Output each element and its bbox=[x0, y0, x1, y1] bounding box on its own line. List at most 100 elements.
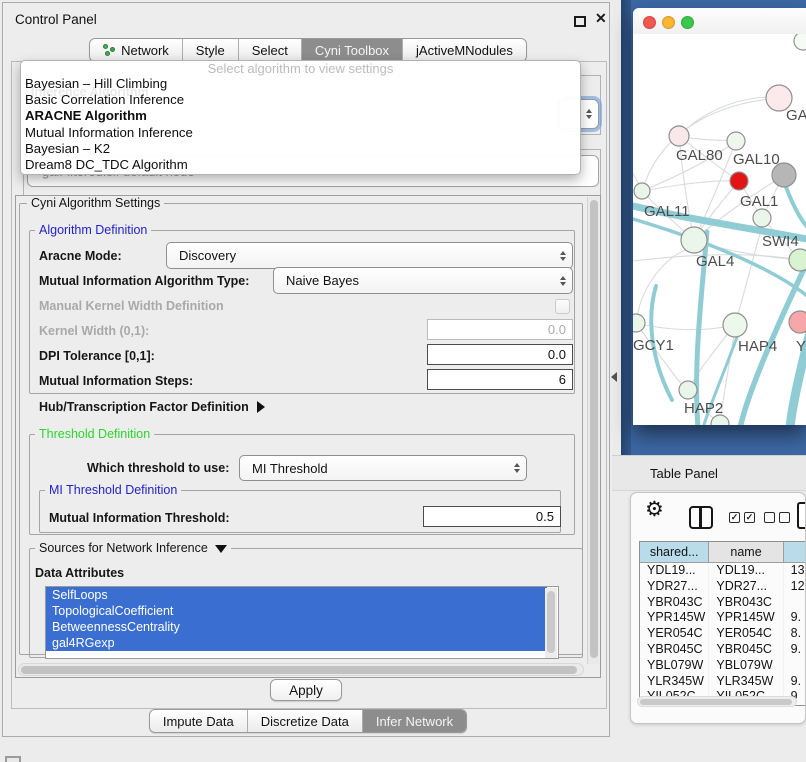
table-row[interactable]: YER054CYER054C8. bbox=[640, 626, 806, 642]
network-node-y-node[interactable] bbox=[789, 311, 806, 333]
mi-type-combo[interactable]: Naive Bayes bbox=[273, 267, 573, 294]
minimized-panel-icon[interactable] bbox=[5, 756, 21, 762]
column-header-name[interactable]: name bbox=[709, 542, 783, 562]
network-node-red-node[interactable] bbox=[730, 172, 748, 190]
table-row[interactable]: YLR345WYLR345W9. bbox=[640, 674, 806, 690]
network-view-window[interactable]: GAL7GAL80GAL10GAL1GAL11GAL4SWI4GCY1HAP4Y… bbox=[633, 8, 806, 425]
network-node-node-top[interactable] bbox=[794, 34, 806, 50]
show-columns-icon[interactable]: ✓ ✓ bbox=[729, 512, 755, 523]
table-row[interactable]: YDL19...YDL19...13 bbox=[640, 563, 806, 579]
network-window-titlebar[interactable] bbox=[633, 8, 806, 34]
tab-infer-network[interactable]: Infer Network bbox=[362, 710, 466, 732]
gear-icon[interactable]: ⚙ bbox=[645, 497, 664, 522]
panel-divider-arrow-icon[interactable] bbox=[611, 372, 617, 382]
tab-discretize-data[interactable]: Discretize Data bbox=[247, 710, 362, 732]
table-scrollbar-thumb[interactable] bbox=[640, 699, 792, 705]
network-canvas[interactable]: GAL7GAL80GAL10GAL1GAL11GAL4SWI4GCY1HAP4Y… bbox=[633, 34, 806, 425]
network-edge bbox=[735, 227, 762, 325]
hide-columns-icon[interactable] bbox=[764, 512, 790, 523]
attribute-item-topologicalcoefficient[interactable]: TopologicalCoefficient bbox=[46, 603, 547, 619]
sources-group-title[interactable]: Sources for Network Inference bbox=[35, 541, 231, 555]
table-cell: YBR043C bbox=[709, 595, 783, 611]
network-node-hap4[interactable] bbox=[723, 313, 747, 337]
table-row[interactable]: YPR145WYPR145W9. bbox=[640, 610, 806, 626]
network-node-gal1[interactable] bbox=[753, 209, 771, 227]
network-node-gal10[interactable] bbox=[727, 132, 745, 150]
tab-select[interactable]: Select bbox=[238, 39, 301, 61]
table-row[interactable]: YDR27...YDR27...12 bbox=[640, 579, 806, 595]
close-icon[interactable]: ✕ bbox=[595, 10, 607, 27]
node-label-swi4: SWI4 bbox=[762, 233, 799, 250]
bottom-tab-bar: Impute DataDiscretize DataInfer Network bbox=[5, 709, 611, 733]
network-node-gcy1[interactable] bbox=[633, 314, 645, 332]
aracne-mode-combo[interactable]: Discovery bbox=[166, 242, 573, 269]
algorithm-definition-title: Algorithm Definition bbox=[35, 223, 151, 237]
tab-impute-data[interactable]: Impute Data bbox=[150, 710, 247, 732]
scrollbar-thumb[interactable] bbox=[590, 200, 598, 658]
table-cell: YDR27... bbox=[709, 579, 783, 595]
kernel-width-field[interactable]: 0.0 bbox=[427, 319, 573, 340]
minimize-traffic-light[interactable] bbox=[662, 16, 675, 29]
horizontal-scrollbar-thumb[interactable] bbox=[21, 666, 577, 674]
zoom-traffic-light[interactable] bbox=[681, 16, 694, 29]
mi-threshold-value: 0.5 bbox=[536, 509, 554, 524]
network-edge bbox=[679, 97, 779, 136]
table-panel-title: Table Panel bbox=[650, 466, 718, 481]
tab-cyni-toolbox[interactable]: Cyni Toolbox bbox=[301, 39, 402, 61]
column-view-icon[interactable] bbox=[689, 506, 713, 529]
float-window-icon[interactable] bbox=[574, 16, 586, 27]
combo-stepper-icon bbox=[514, 463, 520, 473]
apply-button[interactable]: Apply bbox=[270, 679, 342, 701]
hub-definition-toggle[interactable]: Hub/Transcription Factor Definition bbox=[39, 400, 265, 414]
dropdown-item-dream8-dc-tdc-algorithm[interactable]: Dream8 DC_TDC Algorithm bbox=[21, 157, 580, 173]
network-node-hap2[interactable] bbox=[679, 381, 697, 399]
vertical-scrollbar[interactable] bbox=[587, 197, 599, 664]
table-cell: YLR345W bbox=[709, 674, 783, 690]
dropdown-item-bayesian-k2[interactable]: Bayesian – K2 bbox=[21, 141, 580, 157]
table-row[interactable]: YBR045CYBR045C9. bbox=[640, 642, 806, 658]
dropdown-prompt: Select algorithm to view settings bbox=[21, 61, 580, 76]
tab-network[interactable]: Network bbox=[90, 39, 182, 61]
mi-threshold-field[interactable]: 0.5 bbox=[423, 506, 561, 527]
table-row[interactable]: YBL079WYBL079W bbox=[640, 658, 806, 674]
document-icon[interactable] bbox=[797, 502, 806, 529]
table-cell: YDL19... bbox=[709, 563, 783, 579]
network-node-gray-node[interactable] bbox=[772, 163, 796, 187]
table-cell: YPR145W bbox=[709, 610, 783, 626]
table-row[interactable]: YBR043CYBR043C bbox=[640, 595, 806, 611]
attribute-item-selfloops[interactable]: SelfLoops bbox=[46, 587, 547, 603]
close-traffic-light[interactable] bbox=[643, 16, 656, 29]
horizontal-scrollbar[interactable] bbox=[18, 663, 584, 676]
column-header-shared[interactable]: shared... bbox=[640, 542, 709, 562]
table-horizontal-scrollbar[interactable] bbox=[637, 696, 797, 707]
which-threshold-combo[interactable]: MI Threshold bbox=[239, 455, 527, 481]
attribute-item-gal4rgexp[interactable]: gal4RGexp bbox=[46, 635, 547, 651]
network-node-gal80[interactable] bbox=[669, 126, 689, 146]
column-header-col3[interactable] bbox=[784, 542, 806, 562]
network-edge bbox=[642, 181, 739, 191]
attribute-item-betweennesscentrality[interactable]: BetweennessCentrality bbox=[46, 619, 547, 635]
data-attributes-list[interactable]: SelfLoopsTopologicalCoefficientBetweenne… bbox=[45, 586, 559, 659]
dropdown-item-basic-correlation-inference[interactable]: Basic Correlation Inference bbox=[21, 92, 580, 108]
table-cell: YBL079W bbox=[709, 658, 783, 674]
dpi-tolerance-label: DPI Tolerance [0,1]: bbox=[39, 349, 155, 363]
dropdown-item-aracne-algorithm[interactable]: ARACNE Algorithm bbox=[21, 108, 580, 124]
mi-steps-field[interactable]: 6 bbox=[427, 369, 573, 390]
dropdown-item-mutual-information-inference[interactable]: Mutual Information Inference bbox=[21, 125, 580, 141]
dpi-tolerance-field[interactable]: 0.0 bbox=[427, 344, 573, 365]
list-scrollbar[interactable] bbox=[545, 588, 557, 659]
tab-style[interactable]: Style bbox=[182, 39, 238, 61]
network-node-swi4[interactable] bbox=[789, 249, 806, 271]
tab-jactivemnodules[interactable]: jActiveMNodules bbox=[402, 39, 526, 61]
manual-kernel-checkbox[interactable] bbox=[555, 299, 570, 314]
mi-steps-value: 6 bbox=[559, 372, 566, 387]
sources-title-text: Sources for Network Inference bbox=[39, 541, 208, 555]
threshold-definition-title: Threshold Definition bbox=[35, 427, 154, 441]
network-node-gal4[interactable] bbox=[681, 227, 707, 253]
table-cell: 8. bbox=[784, 626, 806, 642]
list-scrollbar-thumb[interactable] bbox=[547, 591, 555, 653]
dropdown-item-bayesian-hill-climbing[interactable]: Bayesian – Hill Climbing bbox=[21, 76, 580, 92]
aracne-mode-label: Aracne Mode: bbox=[39, 249, 122, 263]
network-node-gal11[interactable] bbox=[634, 183, 650, 199]
table-cell: 9. bbox=[784, 674, 806, 690]
